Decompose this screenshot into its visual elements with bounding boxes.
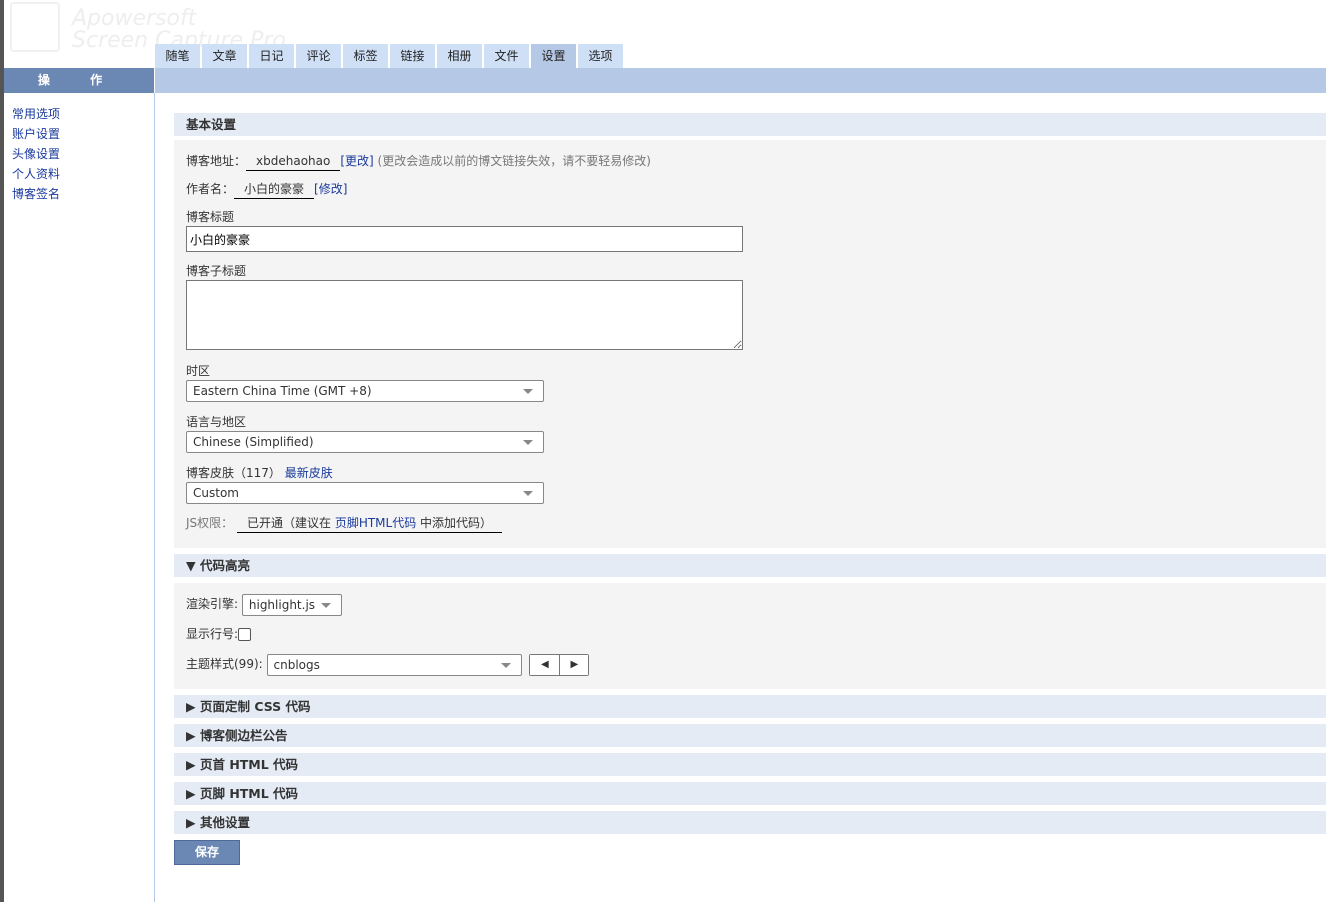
- section-code-highlight: 渲染引擎: highlight.js 显示行号: 主题样式(99): cnblo…: [174, 583, 1326, 689]
- theme-label: 主题样式(99):: [186, 657, 263, 671]
- save-button[interactable]: 保存: [174, 840, 240, 865]
- blog-address-label: 博客地址：: [186, 154, 247, 168]
- section-custom-css[interactable]: ▶ 页面定制 CSS 代码: [174, 695, 1326, 718]
- skin-value: Custom: [193, 486, 239, 500]
- timezone-select[interactable]: Eastern China Time (GMT +8): [186, 380, 544, 402]
- sidebar-item-avatar[interactable]: 头像设置: [12, 144, 60, 164]
- line-numbers-checkbox[interactable]: [238, 628, 252, 641]
- skin-label: 博客皮肤（117）: [186, 466, 281, 480]
- sidebar-item-profile[interactable]: 个人资料: [12, 164, 60, 184]
- subtitle-label: 博客子标题: [186, 264, 247, 278]
- subtitle-textarea[interactable]: [186, 280, 743, 350]
- tab-essays[interactable]: 随笔: [155, 44, 200, 68]
- theme-value: cnblogs: [273, 657, 320, 672]
- sidebar-item-common-options[interactable]: 常用选项: [12, 104, 60, 124]
- tab-articles[interactable]: 文章: [202, 44, 247, 68]
- tab-settings[interactable]: 设置: [531, 44, 576, 68]
- engine-value: highlight.js: [248, 597, 316, 612]
- footer-html-link[interactable]: 页脚HTML代码: [335, 516, 416, 530]
- tab-options[interactable]: 选项: [578, 44, 623, 68]
- sidebar-item-signature[interactable]: 博客签名: [12, 184, 60, 204]
- chevron-down-icon: [500, 662, 511, 668]
- author-label: 作者名：: [186, 182, 235, 196]
- section-basic: 博客地址： xbdehaohao [更改] (更改会造成以前的博文链接失效，请不要轻…: [174, 140, 1326, 548]
- language-select[interactable]: Chinese (Simplified): [186, 431, 544, 453]
- author-value: 小白的豪豪: [234, 180, 315, 199]
- section-basic-header: 基本设置: [174, 113, 1326, 136]
- sidebar-nav: 常用选项 账户设置 头像设置 个人资料 博客签名: [12, 104, 60, 204]
- main-content: 基本设置 博客地址： xbdehaohao [更改] (更改会造成以前的博文链接失效…: [174, 113, 1326, 865]
- next-theme-button[interactable]: ▶: [559, 654, 589, 675]
- chevron-down-icon: [523, 491, 533, 496]
- blog-title-input[interactable]: [186, 226, 743, 252]
- blog-title-label: 博客标题: [186, 210, 235, 224]
- js-status: 已开通（建议在: [247, 516, 335, 530]
- window-border: [0, 0, 4, 902]
- js-tail: 中添加代码）: [416, 516, 493, 530]
- js-label: JS权限：: [186, 516, 234, 530]
- section-footer-html[interactable]: ▶ 页脚 HTML 代码: [174, 782, 1326, 805]
- skin-select[interactable]: Custom: [186, 482, 544, 504]
- line-numbers-label: 显示行号:: [186, 627, 239, 641]
- tab-files[interactable]: 文件: [484, 44, 529, 68]
- chevron-down-icon: [320, 602, 331, 608]
- latest-skin-link[interactable]: 最新皮肤: [285, 466, 333, 480]
- chevron-down-icon: [523, 389, 533, 394]
- change-hint: (更改会造成以前的博文链接失效，请不要轻易修改): [377, 154, 651, 168]
- engine-select[interactable]: highlight.js: [241, 593, 342, 616]
- timezone-label: 时区: [186, 364, 211, 378]
- modify-author-link[interactable]: [修改]: [314, 182, 347, 196]
- tab-comments[interactable]: 评论: [296, 44, 341, 68]
- section-other-settings[interactable]: ▶ 其他设置: [174, 811, 1326, 834]
- header-bar: [155, 68, 1326, 93]
- section-header-html[interactable]: ▶ 页首 HTML 代码: [174, 753, 1326, 776]
- language-value: Chinese (Simplified): [193, 435, 314, 449]
- language-label: 语言与地区: [186, 415, 247, 429]
- theme-select[interactable]: cnblogs: [266, 653, 522, 676]
- chevron-down-icon: [523, 440, 533, 445]
- change-address-link[interactable]: [更改]: [340, 154, 373, 168]
- section-sidebar-notice[interactable]: ▶ 博客侧边栏公告: [174, 724, 1326, 747]
- prev-theme-button[interactable]: ◀: [530, 654, 560, 675]
- top-tabs: 随笔 文章 日记 评论 标签 链接 相册 文件 设置 选项: [155, 44, 623, 68]
- sidebar-divider: [154, 93, 155, 902]
- tab-links[interactable]: 链接: [390, 44, 435, 68]
- tab-tags[interactable]: 标签: [343, 44, 388, 68]
- section-code-highlight-header[interactable]: ▼ 代码高亮: [174, 554, 1326, 577]
- tab-diary[interactable]: 日记: [249, 44, 294, 68]
- sidebar-title: 操 作: [4, 68, 154, 93]
- blog-address-value: xbdehaohao: [246, 152, 341, 171]
- engine-label: 渲染引擎:: [186, 597, 239, 611]
- sidebar-item-account[interactable]: 账户设置: [12, 124, 60, 144]
- timezone-value: Eastern China Time (GMT +8): [193, 384, 372, 398]
- tab-albums[interactable]: 相册: [437, 44, 482, 68]
